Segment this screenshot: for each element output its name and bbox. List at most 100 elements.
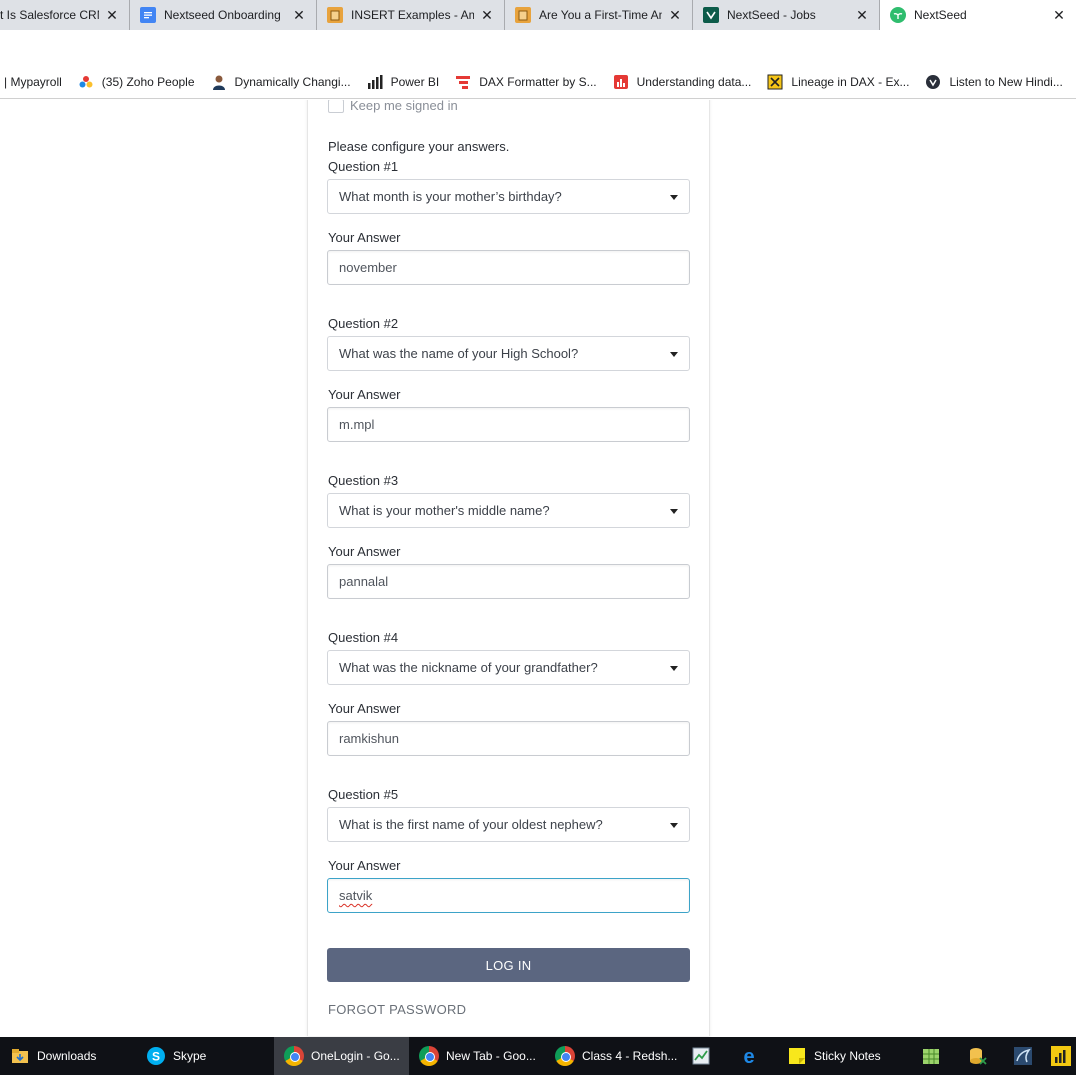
answer-value: november	[339, 260, 397, 275]
login-card: Keep me signed in Please configure your …	[307, 100, 710, 1036]
answer-value: ramkishun	[339, 731, 399, 746]
answer-input[interactable]: pannalal	[327, 564, 690, 599]
folder-icon	[10, 1046, 30, 1066]
intro-text: Please configure your answers.	[328, 139, 510, 154]
chevron-down-icon	[670, 509, 678, 514]
taskbar-label: Skype	[173, 1049, 207, 1063]
address-bar-area	[0, 30, 1076, 66]
edge-icon: e	[739, 1046, 759, 1066]
power-bi-icon	[367, 74, 383, 90]
answer-input[interactable]: ramkishun	[327, 721, 690, 756]
taskbar-label: OneLogin - Go...	[311, 1049, 400, 1063]
skype-icon: S	[146, 1046, 166, 1066]
bookmark-item[interactable]: Understanding data...	[613, 74, 752, 90]
browser-tab-strip: t Is Salesforce CRM ✕ Nextseed Onboardin…	[0, 0, 1076, 30]
taskbar-label: Downloads	[37, 1049, 97, 1063]
question-select[interactable]: What month is your mother’s birthday?	[327, 179, 690, 214]
question-select[interactable]: What is the first name of your oldest ne…	[327, 807, 690, 842]
dax-formatter-icon	[455, 74, 471, 90]
answer-label: Your Answer	[328, 387, 401, 402]
keep-signed-in-label: Keep me signed in	[350, 100, 458, 113]
taskbar-label: New Tab - Goo...	[446, 1049, 536, 1063]
tab-title: NextSeed - Jobs	[727, 8, 816, 22]
chevron-down-icon	[670, 823, 678, 828]
taskbar-item-edge[interactable]: e	[729, 1037, 777, 1075]
browser-tab[interactable]: Nextseed Onboarding ✕	[130, 0, 317, 30]
answer-input[interactable]: november	[327, 250, 690, 285]
bookmark-label: | Mypayroll	[4, 75, 62, 89]
question-select[interactable]: What was the nickname of your grandfathe…	[327, 650, 690, 685]
answer-label: Your Answer	[328, 858, 401, 873]
taskbar-item-sticky-notes[interactable]: Sticky Notes	[777, 1037, 911, 1075]
taskbar-item-chrome-newtab[interactable]: New Tab - Goo...	[409, 1037, 545, 1075]
spreadsheet-icon	[921, 1046, 941, 1066]
answer-value: satvik	[339, 888, 373, 903]
taskbar-item-app[interactable]	[1003, 1037, 1049, 1075]
browser-tab[interactable]: INSERT Examples - Ama ✕	[317, 0, 505, 30]
bookmark-item[interactable]: Listen to New Hindi...	[925, 74, 1063, 90]
taskbar-item-downloads[interactable]: Downloads	[0, 1037, 136, 1075]
question-select[interactable]: What is your mother's middle name?	[327, 493, 690, 528]
bookmark-item[interactable]: DAX Formatter by S...	[455, 74, 597, 90]
bookmark-label: Understanding data...	[636, 75, 752, 89]
tab-close-icon[interactable]: ✕	[480, 7, 494, 24]
taskbar-item-app[interactable]	[957, 1037, 1003, 1075]
answer-input-focused[interactable]: satvik	[327, 878, 690, 913]
book-icon	[515, 7, 531, 23]
keep-signed-in-checkbox[interactable]	[328, 100, 344, 113]
taskbar-label: Class 4 - Redsh...	[582, 1049, 678, 1063]
answer-label: Your Answer	[328, 701, 401, 716]
question-select[interactable]: What was the name of your High School?	[327, 336, 690, 371]
forgot-password-link[interactable]: FORGOT PASSWORD	[328, 1002, 466, 1017]
answer-label: Your Answer	[328, 230, 401, 245]
bookmark-item[interactable]: Dynamically Changi...	[211, 74, 351, 90]
answer-value: m.mpl	[339, 417, 375, 432]
excel-icon	[767, 74, 783, 90]
chrome-icon	[419, 1046, 439, 1066]
tab-close-icon[interactable]: ✕	[668, 7, 682, 24]
taskbar-item-task-manager[interactable]	[681, 1037, 729, 1075]
keep-signed-in[interactable]: Keep me signed in	[328, 100, 458, 113]
tab-close-icon[interactable]: ✕	[292, 7, 306, 24]
bookmark-item[interactable]: Power BI	[367, 74, 439, 90]
chevron-down-icon	[670, 195, 678, 200]
chevron-down-icon	[670, 352, 678, 357]
bookmark-label: Lineage in DAX - Ex...	[791, 75, 910, 89]
music-icon	[925, 74, 941, 90]
taskbar-label: Sticky Notes	[814, 1049, 881, 1063]
question-select-value: What is your mother's middle name?	[339, 503, 550, 518]
bookmarks-bar: | Mypayroll (35) Zoho People Dynamically…	[0, 66, 1076, 99]
browser-tab[interactable]: Are You a First-Time An ✕	[505, 0, 693, 30]
nextseed-jobs-icon	[703, 7, 719, 23]
bookmark-item[interactable]: (35) Zoho People	[78, 74, 195, 90]
question-label: Question #2	[328, 316, 399, 331]
taskbar-item-skype[interactable]: S Skype	[136, 1037, 274, 1075]
person-icon	[211, 74, 227, 90]
question-select-value: What is the first name of your oldest ne…	[339, 817, 603, 832]
zoho-icon	[78, 74, 94, 90]
tab-title: t Is Salesforce CRM	[0, 8, 99, 22]
bookmark-item[interactable]: Lineage in DAX - Ex...	[767, 74, 909, 90]
bookmark-label: DAX Formatter by S...	[479, 75, 597, 89]
taskbar-item-power-bi[interactable]	[1049, 1037, 1074, 1075]
taskbar-item-chrome-onelogin[interactable]: OneLogin - Go...	[274, 1037, 409, 1075]
browser-tab-active[interactable]: NextSeed ✕	[880, 0, 1076, 30]
browser-tab[interactable]: NextSeed - Jobs ✕	[693, 0, 880, 30]
taskbar-item-chrome-class4[interactable]: Class 4 - Redsh...	[545, 1037, 681, 1075]
login-button[interactable]: LOG IN	[327, 948, 690, 982]
dolphin-icon	[1013, 1046, 1033, 1066]
database-icon	[967, 1046, 987, 1066]
chrome-icon	[555, 1046, 575, 1066]
question-select-value: What was the name of your High School?	[339, 346, 579, 361]
tab-close-icon[interactable]: ✕	[1052, 7, 1066, 24]
taskbar-item-app[interactable]	[911, 1037, 957, 1075]
answer-input[interactable]: m.mpl	[327, 407, 690, 442]
task-manager-icon	[691, 1046, 711, 1066]
tab-close-icon[interactable]: ✕	[855, 7, 869, 24]
tab-close-icon[interactable]: ✕	[105, 7, 119, 24]
browser-tab[interactable]: t Is Salesforce CRM ✕	[0, 0, 130, 30]
bookmark-item[interactable]: | Mypayroll	[4, 75, 62, 89]
windows-taskbar: Downloads S Skype OneLogin - Go... New T…	[0, 1037, 1076, 1075]
nextseed-sprout-icon	[890, 7, 906, 23]
tab-title: Nextseed Onboarding	[164, 8, 281, 22]
